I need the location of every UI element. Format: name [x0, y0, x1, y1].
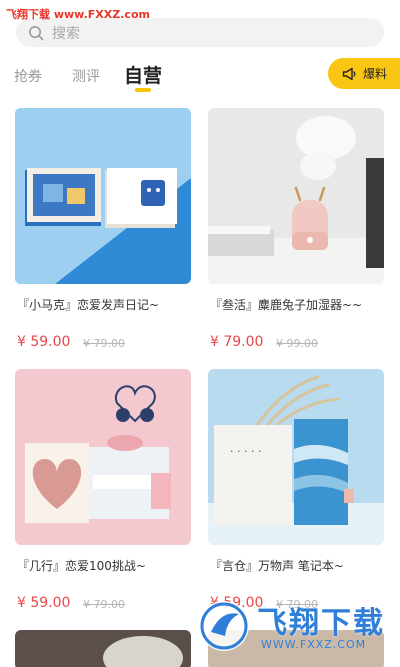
tab-coupons[interactable]: 抢券	[14, 66, 42, 86]
site-watermark: 飞翔下载 www.FXXZ.com	[6, 8, 150, 21]
product-image-love-challenge[interactable]	[15, 369, 191, 545]
tab-self-operated[interactable]: 自营	[124, 61, 162, 88]
tab-reviews[interactable]: 测评	[72, 66, 100, 86]
product-price: ¥ 59.00	[17, 595, 71, 611]
active-tab-indicator	[135, 88, 151, 92]
product-title[interactable]: 『小马克』恋爱发声日记~	[17, 296, 159, 313]
product-original-price: ¥ 79.00	[83, 337, 125, 350]
product-title[interactable]: 『言仓』万物声 笔记本~	[210, 557, 344, 574]
search-placeholder: 搜索	[52, 25, 80, 42]
product-card[interactable]: · · · · · 『言仓』万物声 笔记本~ ¥ 59.00 ¥ 79.00	[208, 369, 384, 611]
product-price: ¥ 59.00	[17, 334, 71, 350]
product-image-notebook[interactable]: · · · · ·	[208, 369, 384, 545]
logo-watermark-url: WWW.FXXZ.COM	[261, 638, 367, 651]
baoliao-label: 爆料	[363, 67, 388, 81]
product-image-humidifier[interactable]	[208, 108, 384, 284]
baoliao-button[interactable]: 爆料	[328, 58, 400, 89]
search-bar[interactable]: 搜索	[16, 18, 384, 47]
product-price: ¥ 79.00	[210, 334, 264, 350]
product-card[interactable]: 『小马克』恋爱发声日记~ ¥ 59.00 ¥ 79.00	[15, 108, 191, 350]
product-card[interactable]: 『几行』恋爱100挑战~ ¥ 59.00 ¥ 79.00	[15, 369, 191, 611]
product-original-price: ¥ 79.00	[83, 598, 125, 611]
product-card[interactable]: 『叁活』麋鹿兔子加湿器~~ ¥ 79.00 ¥ 99.00	[208, 108, 384, 350]
product-image[interactable]	[15, 630, 191, 667]
product-original-price: ¥ 99.00	[276, 337, 318, 350]
site-logo-watermark: 飞翔下载 WWW.FXXZ.COM	[197, 588, 397, 664]
product-card[interactable]	[15, 630, 191, 667]
logo-icon	[199, 601, 249, 651]
product-title[interactable]: 『几行』恋爱100挑战~	[17, 557, 146, 574]
logo-watermark-text: 飞翔下载	[257, 606, 385, 641]
search-icon	[29, 25, 44, 40]
megaphone-icon	[342, 67, 356, 80]
product-image-love-diary[interactable]	[15, 108, 191, 284]
svg-text:· · · · ·: · · · · ·	[230, 445, 261, 458]
product-title[interactable]: 『叁活』麋鹿兔子加湿器~~	[210, 296, 362, 313]
